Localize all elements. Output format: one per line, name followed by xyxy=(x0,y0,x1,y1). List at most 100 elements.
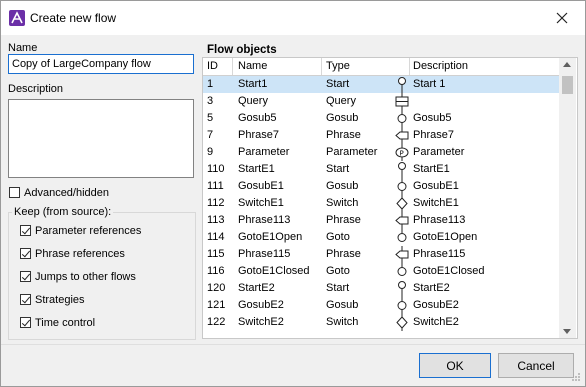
table-row[interactable]: 7 Phrase7 Phrase Phrase7 xyxy=(203,127,559,144)
table-cell-description: Parameter xyxy=(413,146,465,158)
keep-option-label: Parameter references xyxy=(35,225,142,237)
table-cell-description: Phrase7 xyxy=(413,129,454,141)
close-icon xyxy=(556,12,568,24)
column-header-id[interactable]: ID xyxy=(207,60,218,72)
table-cell-name: GosubE1 xyxy=(238,180,284,192)
table-cell-id: 116 xyxy=(207,265,225,277)
keep-option-checkbox[interactable] xyxy=(20,248,31,259)
keep-option-label: Phrase references xyxy=(35,248,125,260)
table-cell-id: 110 xyxy=(207,163,225,175)
table-row[interactable]: 110 StartE1 Start StartE1 xyxy=(203,161,559,178)
table-row[interactable]: 120 StartE2 Start StartE2 xyxy=(203,280,559,297)
advanced-hidden-label: Advanced/hidden xyxy=(24,187,110,199)
table-cell-name: Phrase7 xyxy=(238,129,279,141)
table-cell-description: GosubE1 xyxy=(413,180,459,192)
table-row[interactable]: 121 GosubE2 Gosub GosubE2 xyxy=(203,297,559,314)
start-icon xyxy=(392,76,412,93)
table-cell-description: Phrase115 xyxy=(413,248,466,260)
table-cell-description: Phrase113 xyxy=(413,214,466,226)
table-row[interactable]: 1 Start1 Start Start 1 xyxy=(203,76,559,93)
table-row[interactable]: 111 GosubE1 Gosub GosubE1 xyxy=(203,178,559,195)
table-cell-id: 5 xyxy=(207,112,214,124)
table-cell-id: 122 xyxy=(207,316,226,328)
table-cell-description: StartE1 xyxy=(413,163,450,175)
scroll-up-icon[interactable] xyxy=(563,62,571,67)
table-cell-description: GotoE1Closed xyxy=(413,265,485,277)
table-cell-name: GotoE1Open xyxy=(238,231,303,243)
table-cell-type: Switch xyxy=(326,316,359,328)
parameter-icon: P xyxy=(392,144,412,161)
gosub-icon xyxy=(392,110,412,127)
table-row[interactable]: 9 Parameter Parameter Parameter P xyxy=(203,144,559,161)
table-cell-name: Start1 xyxy=(238,78,268,90)
table-cell-id: 112 xyxy=(207,197,225,209)
table-row[interactable]: 112 SwitchE1 Switch SwitchE1 xyxy=(203,195,559,212)
table-cell-description: GosubE2 xyxy=(413,299,459,311)
table-cell-type: Gosub xyxy=(326,180,359,192)
resize-grip-icon[interactable] xyxy=(571,372,581,382)
flow-objects-table[interactable]: ID Name Type Description 1 Start1 Start Sta… xyxy=(202,57,578,339)
table-row[interactable]: 116 GotoE1Closed Goto GotoE1Closed xyxy=(203,263,559,280)
table-cell-type: Start xyxy=(326,282,350,294)
table-row[interactable]: 122 SwitchE2 Switch SwitchE2 xyxy=(203,314,559,331)
gosub-icon xyxy=(392,178,412,195)
table-row[interactable]: 113 Phrase113 Phrase Phrase113 xyxy=(203,212,559,229)
description-label: Description xyxy=(8,83,64,95)
advanced-hidden-checkbox[interactable] xyxy=(9,187,20,198)
app-logo-icon xyxy=(9,10,25,26)
table-cell-type: Goto xyxy=(326,265,350,277)
table-cell-id: 3 xyxy=(207,95,214,107)
table-cell-type: Phrase xyxy=(326,129,361,141)
keep-option-checkbox[interactable] xyxy=(20,271,31,282)
keep-option-label: Strategies xyxy=(35,294,85,306)
table-row[interactable]: 114 GotoE1Open Goto GotoE1Open xyxy=(203,229,559,246)
scroll-down-icon[interactable] xyxy=(563,329,571,334)
keep-group-label: Keep (from source): xyxy=(12,206,114,218)
close-button[interactable] xyxy=(539,1,585,35)
switch-icon xyxy=(392,314,412,331)
table-cell-type: Query xyxy=(326,95,356,107)
table-cell-name: GotoE1Closed xyxy=(238,265,310,277)
cancel-button[interactable]: Cancel xyxy=(498,353,574,378)
table-cell-name: Phrase115 xyxy=(238,248,291,260)
table-cell-id: 1 xyxy=(207,78,214,90)
switch-icon xyxy=(392,195,412,212)
table-cell-id: 114 xyxy=(207,231,225,243)
table-cell-type: Gosub xyxy=(326,299,359,311)
name-input[interactable] xyxy=(8,54,194,74)
table-cell-name: Gosub5 xyxy=(238,112,277,124)
query-icon xyxy=(392,93,412,110)
name-label: Name xyxy=(8,42,38,54)
ok-button[interactable]: OK xyxy=(419,353,491,378)
table-cell-name: Phrase113 xyxy=(238,214,291,226)
table-cell-id: 111 xyxy=(207,180,224,192)
table-cell-description: Start 1 xyxy=(413,78,446,90)
table-cell-name: SwitchE1 xyxy=(238,197,284,209)
table-cell-name: StartE1 xyxy=(238,163,275,175)
description-textarea[interactable] xyxy=(8,99,194,178)
table-header: ID Name Type Description xyxy=(203,58,559,76)
table-cell-type: Start xyxy=(326,78,350,90)
column-header-type[interactable]: Type xyxy=(326,60,350,72)
flow-objects-title: Flow objects xyxy=(207,44,277,56)
window-title: Create new flow xyxy=(30,11,117,25)
table-cell-type: Phrase xyxy=(326,214,361,226)
phrase-icon xyxy=(392,212,412,229)
table-cell-name: Query xyxy=(238,95,268,107)
table-row[interactable]: 5 Gosub5 Gosub Gosub5 xyxy=(203,110,559,127)
table-cell-id: 113 xyxy=(207,214,225,226)
column-header-name[interactable]: Name xyxy=(238,60,267,72)
keep-option-checkbox[interactable] xyxy=(20,294,31,305)
vertical-scrollbar[interactable] xyxy=(559,58,576,338)
table-cell-id: 121 xyxy=(207,299,226,311)
column-header-description[interactable]: Description xyxy=(413,60,468,72)
table-cell-description: Gosub5 xyxy=(413,112,452,124)
keep-option-checkbox[interactable] xyxy=(20,317,31,328)
scroll-thumb[interactable] xyxy=(562,76,573,94)
table-cell-name: SwitchE2 xyxy=(238,316,284,328)
table-row[interactable]: 115 Phrase115 Phrase Phrase115 xyxy=(203,246,559,263)
keep-option-checkbox[interactable] xyxy=(20,225,31,236)
keep-option-label: Time control xyxy=(35,317,96,329)
table-row[interactable]: 3 Query Query xyxy=(203,93,559,110)
table-cell-id: 120 xyxy=(207,282,226,294)
